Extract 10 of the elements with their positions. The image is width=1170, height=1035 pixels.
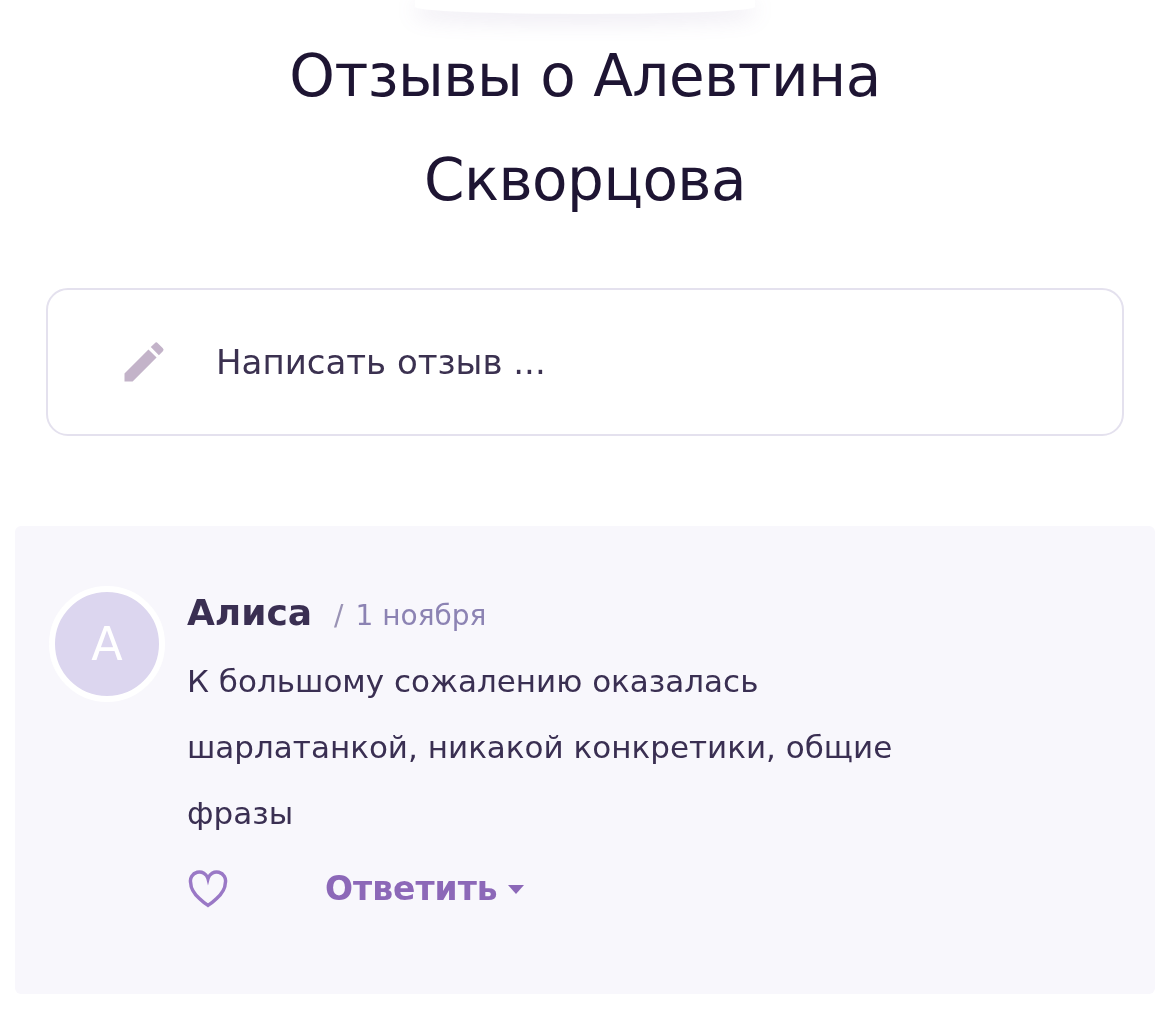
reply-button[interactable]: Ответить xyxy=(325,864,526,914)
review-text: К большому сожалению оказалась шарлатанкой, никакой конкретики, общие фразы xyxy=(187,662,894,833)
heart-icon[interactable] xyxy=(187,869,229,908)
author-name: Алиса xyxy=(187,592,313,633)
caret-icon xyxy=(505,882,526,895)
review-date: 1 ноября xyxy=(355,599,487,632)
page-title: Отзывы о Алевтина Скворцова xyxy=(288,41,882,216)
separator: / xyxy=(334,599,344,632)
review-input-field[interactable]: Написать отзыв ... xyxy=(214,335,1122,389)
review-field[interactable]: Написать отзыв ... xyxy=(46,288,1124,436)
